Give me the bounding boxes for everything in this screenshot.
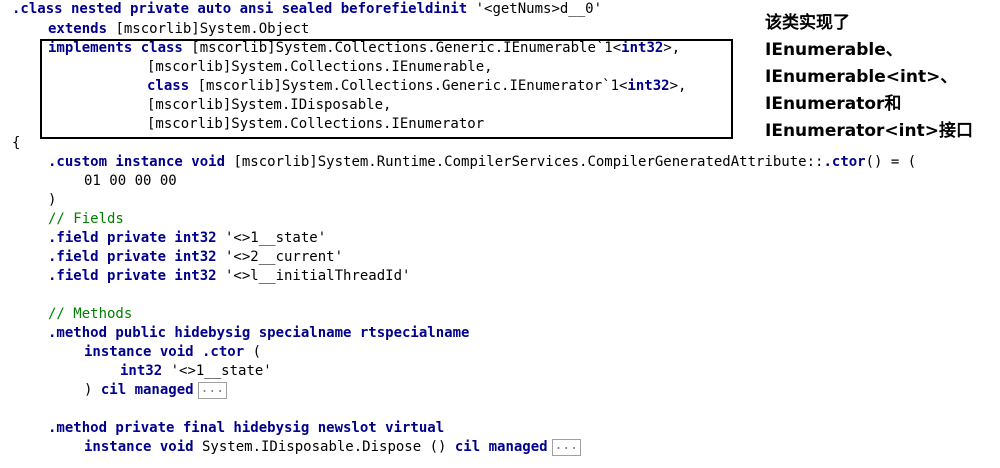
type-ref: [mscorlib]System.Runtime.CompilerService… — [225, 154, 824, 170]
keyword: cil managed — [454, 439, 548, 455]
keyword: instance void .ctor — [84, 344, 245, 360]
bytes: 01 00 00 00 — [84, 173, 177, 189]
annotation-note: 该类实现了 IEnumerable、 IEnumerable<int>、 IEn… — [765, 10, 995, 145]
code-line-field-threadid: .field private int32 '<>l__initialThread… — [48, 267, 410, 286]
class-name: '<getNums>d__0' — [467, 1, 603, 17]
code-line-ctor-param: int32 '<>1__state' — [120, 362, 272, 381]
punct: ( — [244, 344, 262, 360]
field-name: '<>l__initialThreadId' — [216, 268, 411, 284]
keyword: .custom instance void — [48, 154, 226, 170]
annotation-line: IEnumerable<int>、 — [765, 67, 958, 87]
annotation-line: IEnumerator<int>接口 — [765, 121, 973, 141]
code-line-method-dispose: .method private final hidebysig newslot … — [48, 419, 444, 438]
code-line-dispose-sig: instance void System.IDisposable.Dispose… — [84, 438, 582, 457]
punct: ) — [84, 382, 101, 398]
expand-ctor-body-button[interactable]: ... — [197, 381, 228, 399]
code-line-extends: extends [mscorlib]System.Object — [48, 20, 309, 39]
expand-dispose-body-button[interactable]: ... — [551, 438, 582, 456]
keyword: .ctor — [823, 154, 866, 170]
code-line-close-paren: ) — [48, 191, 56, 210]
keyword: .method public hidebysig specialname rts… — [48, 325, 470, 341]
annotation-line: IEnumerator和 — [765, 94, 902, 114]
keyword: instance void — [84, 439, 194, 455]
annotation-line: IEnumerable、 — [765, 40, 903, 60]
keyword: cil managed — [100, 382, 194, 398]
code-line-class-decl: .class nested private auto ansi sealed b… — [12, 0, 602, 19]
base-type: [mscorlib]System.Object — [107, 21, 310, 37]
keyword: int32 — [120, 363, 163, 379]
comment: // Methods — [48, 306, 133, 322]
code-line-method-ctor: .method public hidebysig specialname rts… — [48, 324, 469, 343]
field-name: '<>2__current' — [216, 249, 344, 265]
code-line-ctor-sig: instance void .ctor ( — [84, 343, 261, 362]
code-line-field-current: .field private int32 '<>2__current' — [48, 248, 343, 267]
code-line-attr-bytes: 01 00 00 00 — [84, 172, 177, 191]
keyword: .field private int32 — [48, 230, 217, 246]
field-name: '<>1__state' — [216, 230, 327, 246]
param-name: '<>1__state' — [162, 363, 272, 379]
comment: // Fields — [48, 211, 124, 227]
keyword: .class nested private auto ansi sealed b… — [12, 1, 468, 17]
keyword: .field private int32 — [48, 249, 217, 265]
keyword: .field private int32 — [48, 268, 217, 284]
code-line-fields-comment: // Fields — [48, 210, 124, 229]
code-line-custom-attr: .custom instance void [mscorlib]System.R… — [48, 153, 916, 172]
brace: { — [12, 135, 21, 151]
code-line-methods-comment: // Methods — [48, 305, 132, 324]
implements-highlight-box — [40, 39, 733, 139]
code-line-field-state: .field private int32 '<>1__state' — [48, 229, 326, 248]
code-line-open-brace: { — [12, 134, 20, 153]
punct: ) — [48, 192, 57, 208]
annotation-line: 该类实现了 — [765, 13, 850, 33]
code-line-ctor-end: ) cil managed... — [84, 381, 228, 400]
keyword: .method private final hidebysig newslot … — [48, 420, 445, 436]
keyword: extends — [48, 21, 108, 37]
punct: () = ( — [865, 154, 917, 170]
method-name: System.IDisposable.Dispose () — [193, 439, 455, 455]
